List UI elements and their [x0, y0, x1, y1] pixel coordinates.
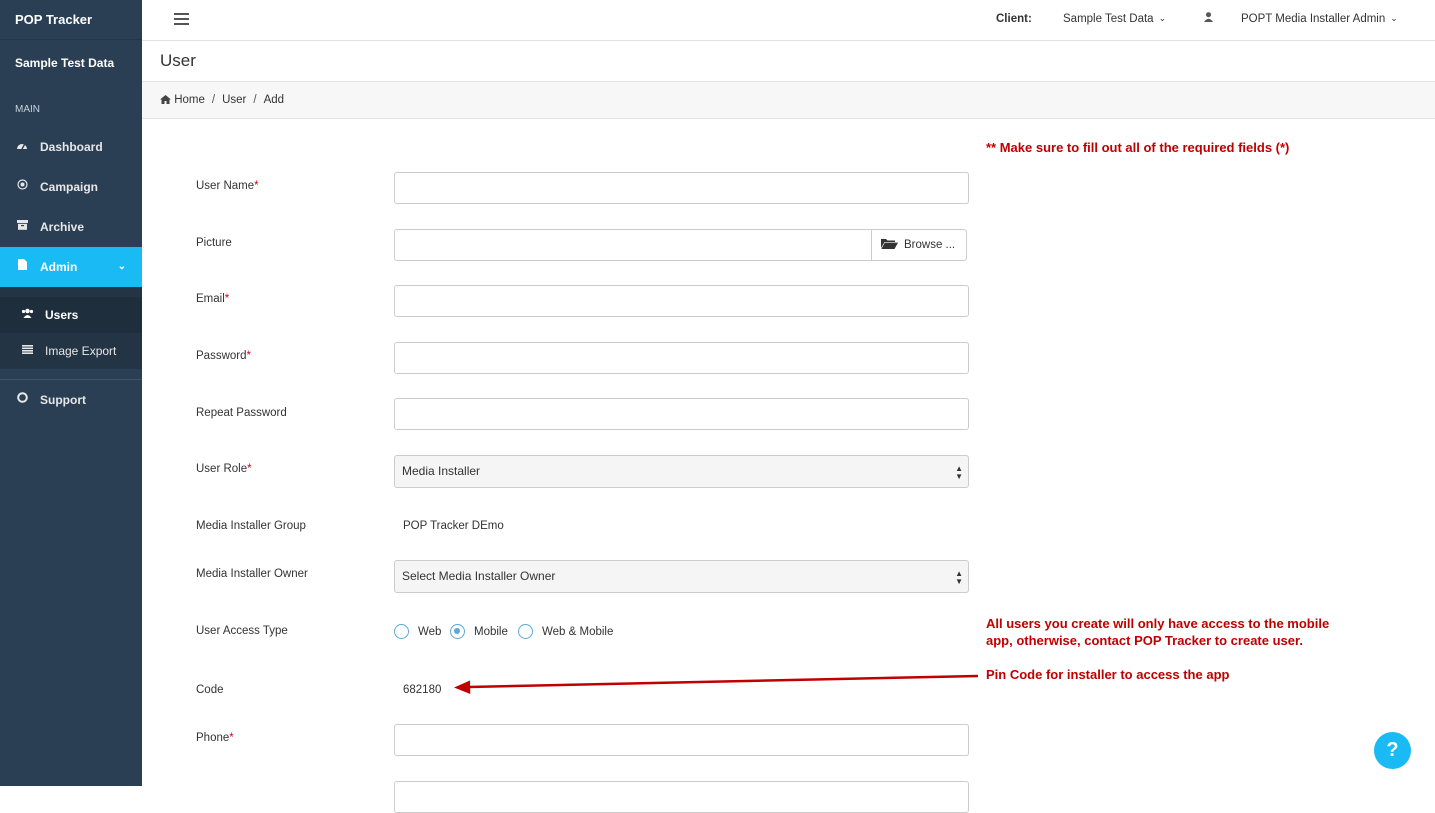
group-value: POP Tracker DEmo — [403, 520, 504, 532]
owner-value: Select Media Installer Owner — [402, 569, 556, 583]
required-mark: * — [224, 293, 230, 305]
sidebar-item-campaign[interactable]: Campaign — [0, 167, 142, 207]
sidebar-item-label: Image Export — [45, 344, 117, 358]
users-icon — [20, 297, 34, 333]
required-mark: * — [246, 350, 251, 362]
email-label: Email* — [196, 293, 229, 305]
breadcrumb-home[interactable]: Home — [174, 94, 205, 106]
picture-label: Picture — [196, 237, 232, 249]
user-menu-name: POPT Media Installer Admin — [1241, 13, 1386, 25]
chevron-down-icon: ⌄ — [1158, 13, 1167, 23]
top-navbar: Client: Sample Test Data ⌄ POPT Media Ins… — [142, 0, 1435, 41]
access-type-label: User Access Type — [196, 625, 288, 637]
breadcrumb-separator: / — [253, 94, 257, 106]
owner-label: Media Installer Owner — [196, 568, 308, 580]
radio-circle — [518, 624, 533, 639]
picture-file-input[interactable] — [394, 229, 871, 261]
sidebar-item-users[interactable]: Users — [0, 297, 142, 333]
email-input[interactable] — [394, 285, 969, 317]
select-arrows-icon: ▲ ▼ — [955, 464, 963, 481]
sidebar-item-label: Support — [40, 393, 86, 407]
breadcrumb: Home / User / Add — [142, 82, 1435, 119]
dashboard-icon — [15, 127, 29, 167]
radio-label: Web — [418, 626, 442, 638]
target-icon — [15, 167, 29, 207]
user-name-input[interactable] — [394, 172, 969, 204]
breadcrumb-add: Add — [263, 94, 285, 106]
sidebar-item-label: Users — [45, 308, 79, 322]
owner-select[interactable]: Select Media Installer Owner ▲ ▼ — [394, 560, 969, 593]
chevron-down-icon: ⌄ — [1390, 13, 1398, 23]
user-icon — [1204, 12, 1213, 25]
password-input[interactable] — [394, 342, 969, 374]
client-dropdown-value: Sample Test Data — [1063, 13, 1154, 25]
group-label: Media Installer Group — [196, 520, 306, 532]
repeat-password-input[interactable] — [394, 398, 969, 430]
sidebar: POP Tracker Sample Test Data MAIN Dashbo… — [0, 0, 142, 786]
access-note-line: All users you create will only have acce… — [986, 616, 1330, 631]
sidebar-item-dashboard[interactable]: Dashboard — [0, 127, 142, 167]
folder-open-icon — [881, 231, 898, 249]
user-name-label: User Name* — [196, 180, 259, 192]
user-role-value: Media Installer — [402, 464, 481, 478]
sidebar-item-label: Campaign — [40, 180, 99, 194]
label-text: Phone — [196, 732, 230, 744]
sidebar-item-archive[interactable]: Archive — [0, 207, 142, 247]
brand-title[interactable]: POP Tracker — [0, 0, 142, 40]
sidebar-item-label: Dashboard — [40, 140, 103, 154]
menu-toggle-icon[interactable] — [174, 13, 189, 25]
radio-label: Web & Mobile — [542, 626, 614, 638]
user-role-select[interactable]: Media Installer ▲ ▼ — [394, 455, 969, 488]
required-fields-note: ** Make sure to fill out all of the requ… — [986, 140, 1290, 155]
sidebar-item-support[interactable]: Support — [0, 380, 142, 420]
user-role-label: User Role* — [196, 463, 252, 475]
browse-label: Browse ... — [904, 239, 956, 251]
radio-circle-checked — [450, 624, 465, 639]
access-type-note: All users you create will only have acce… — [986, 615, 1329, 649]
sidebar-item-image-export[interactable]: Image Export — [0, 333, 142, 369]
required-mark: * — [229, 732, 234, 744]
client-dropdown[interactable]: Sample Test Data ⌄ — [1063, 13, 1166, 25]
select-arrows-icon: ▲ ▼ — [955, 569, 963, 586]
code-value: 682180 — [403, 684, 442, 696]
help-button[interactable]: ? — [1374, 732, 1411, 769]
required-mark: * — [247, 463, 252, 475]
page-title: User — [160, 51, 196, 70]
radio-label: Mobile — [474, 626, 508, 638]
chevron-down-icon: ⌄ — [117, 261, 126, 272]
user-menu-dropdown[interactable]: POPT Media Installer Admin ⌄ — [1241, 13, 1398, 25]
sidebar-section-label: MAIN — [15, 104, 40, 115]
label-text: User Name — [196, 180, 255, 192]
pin-code-note: Pin Code for installer to access the app — [986, 667, 1230, 682]
code-label: Code — [196, 684, 224, 696]
home-icon — [160, 94, 171, 106]
list-icon — [20, 333, 34, 369]
client-label: Client: — [996, 13, 1032, 25]
label-text: Email — [196, 293, 225, 305]
password-label: Password* — [196, 350, 251, 362]
label-text: User Role — [196, 463, 248, 475]
page-header: User — [142, 41, 1435, 82]
phone-input[interactable] — [394, 724, 969, 756]
phone-label: Phone* — [196, 732, 234, 744]
breadcrumb-user[interactable]: User — [222, 94, 246, 106]
archive-icon — [15, 207, 29, 247]
label-text: Password — [196, 350, 247, 362]
repeat-password-label: Repeat Password — [196, 407, 287, 419]
sidebar-item-label: Archive — [40, 220, 85, 234]
annotation-arrow — [454, 674, 979, 694]
sidebar-item-admin[interactable]: Admin ⌄ — [0, 247, 142, 287]
required-mark: * — [254, 180, 259, 192]
admin-submenu: Users Image Export — [0, 287, 142, 369]
browse-button[interactable]: Browse ... — [871, 229, 967, 261]
file-icon — [15, 247, 29, 287]
sidebar-item-label: Admin — [40, 260, 78, 274]
sidebar-client-name: Sample Test Data — [15, 56, 115, 70]
lifebuoy-icon — [15, 380, 29, 420]
breadcrumb-separator: / — [211, 94, 216, 106]
radio-circle — [394, 624, 409, 639]
access-note-line: app, otherwise, contact POP Tracker to c… — [986, 633, 1303, 648]
